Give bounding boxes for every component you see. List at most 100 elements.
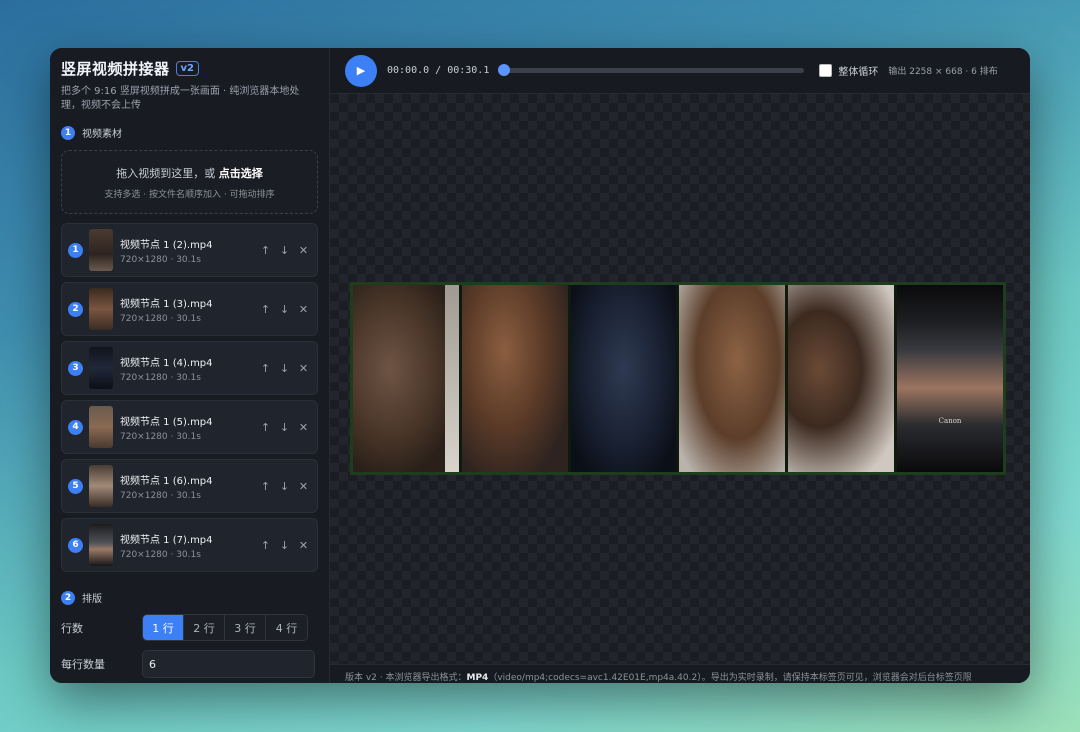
file-actions: ↑ ↓ ✕ bbox=[258, 420, 311, 435]
file-item[interactable]: 5 视频节点 1 (6).mp4 720×1280 · 30.1s ↑ ↓ ✕ bbox=[61, 459, 318, 513]
section-layout: 2 排版 bbox=[61, 590, 318, 605]
export-format: MP4 bbox=[466, 673, 489, 683]
seek-handle[interactable] bbox=[498, 64, 511, 76]
seek-slider[interactable] bbox=[498, 64, 805, 76]
output-info: 输出 2258 × 668 · 6 排布 bbox=[888, 67, 998, 77]
camera-brand-text: Canon bbox=[938, 417, 962, 425]
file-name: 视频节点 1 (5).mp4 bbox=[120, 416, 213, 428]
rows-option-4[interactable]: 4 行 bbox=[266, 615, 307, 640]
file-meta: 视频节点 1 (6).mp4 720×1280 · 30.1s bbox=[120, 472, 258, 501]
title-row: 竖屏视频拼接器 v2 bbox=[61, 58, 318, 79]
video-thumbnail bbox=[89, 406, 113, 448]
section-label-layout: 排版 bbox=[82, 594, 102, 605]
file-item[interactable]: 2 视频节点 1 (3).mp4 720×1280 · 30.1s ↑ ↓ ✕ bbox=[61, 282, 318, 336]
video-frame bbox=[679, 285, 786, 472]
move-down-icon[interactable]: ↓ bbox=[277, 479, 292, 494]
time-display: 00:00.0 / 00:30.1 bbox=[387, 65, 490, 76]
file-item[interactable]: 3 视频节点 1 (4).mp4 720×1280 · 30.1s ↑ ↓ ✕ bbox=[61, 341, 318, 395]
file-name: 视频节点 1 (6).mp4 bbox=[120, 475, 213, 487]
file-index-badge: 4 bbox=[68, 419, 83, 435]
file-actions: ↑ ↓ ✕ bbox=[258, 479, 311, 494]
remove-icon[interactable]: ✕ bbox=[296, 243, 311, 258]
move-up-icon[interactable]: ↑ bbox=[258, 243, 273, 258]
move-down-icon[interactable]: ↓ bbox=[277, 420, 292, 435]
file-actions: ↑ ↓ ✕ bbox=[258, 302, 311, 317]
per-row-input[interactable]: 6 bbox=[142, 650, 315, 678]
player-toolbar: ▶ 00:00.0 / 00:30.1 整体循环 输出 2258 × 668 ·… bbox=[330, 48, 1030, 94]
video-dropzone[interactable]: 拖入视频到这里，或 点击选择 支持多选 · 按文件名顺序加入 · 可拖动排序 bbox=[61, 150, 318, 214]
video-thumbnail bbox=[89, 465, 113, 507]
section-sources: 1 视频素材 bbox=[61, 125, 318, 140]
file-name: 视频节点 1 (2).mp4 bbox=[120, 239, 213, 251]
move-up-icon[interactable]: ↑ bbox=[258, 479, 273, 494]
loop-toggle[interactable]: 整体循环 bbox=[819, 63, 878, 78]
video-thumbnail bbox=[89, 288, 113, 330]
file-name: 视频节点 1 (3).mp4 bbox=[120, 298, 213, 310]
rows-option-2[interactable]: 2 行 bbox=[184, 615, 225, 640]
video-thumbnail bbox=[89, 347, 113, 389]
remove-icon[interactable]: ✕ bbox=[296, 361, 311, 376]
file-name: 视频节点 1 (7).mp4 bbox=[120, 534, 213, 546]
preview-stage: Canon bbox=[330, 94, 1030, 664]
remove-icon[interactable]: ✕ bbox=[296, 302, 311, 317]
file-meta: 视频节点 1 (7).mp4 720×1280 · 30.1s bbox=[120, 531, 258, 560]
footer-status: 版本 v2 · 本浏览器导出格式：MP4（video/mp4;codecs=av… bbox=[330, 664, 1030, 683]
video-frame bbox=[353, 285, 459, 472]
remove-icon[interactable]: ✕ bbox=[296, 420, 311, 435]
rows-selector: 1 行 2 行 3 行 4 行 bbox=[142, 614, 308, 641]
play-button[interactable]: ▶ bbox=[345, 54, 377, 87]
remove-icon[interactable]: ✕ bbox=[296, 479, 311, 494]
file-item[interactable]: 1 视频节点 1 (2).mp4 720×1280 · 30.1s ↑ ↓ ✕ bbox=[61, 223, 318, 277]
play-icon: ▶ bbox=[356, 64, 366, 77]
app-window: 竖屏视频拼接器 v2 把多个 9:16 竖屏视频拼成一张画面 · 纯浏览器本地处… bbox=[50, 48, 1030, 683]
move-down-icon[interactable]: ↓ bbox=[277, 361, 292, 376]
rows-option-3[interactable]: 3 行 bbox=[225, 615, 266, 640]
file-index-badge: 1 bbox=[68, 242, 83, 258]
file-info: 720×1280 · 30.1s bbox=[120, 372, 201, 383]
dropzone-prompt-text: 拖入视频到这里，或 bbox=[116, 166, 216, 180]
file-item[interactable]: 4 视频节点 1 (5).mp4 720×1280 · 30.1s ↑ ↓ ✕ bbox=[61, 400, 318, 454]
video-thumbnail bbox=[89, 524, 113, 566]
composite-preview: Canon bbox=[350, 282, 1006, 475]
file-actions: ↑ ↓ ✕ bbox=[258, 243, 311, 258]
version-badge: v2 bbox=[175, 61, 199, 76]
file-name: 视频节点 1 (4).mp4 bbox=[120, 357, 213, 369]
main-panel: ▶ 00:00.0 / 00:30.1 整体循环 输出 2258 × 668 ·… bbox=[330, 48, 1030, 683]
dropzone-prompt: 拖入视频到这里，或 点击选择 bbox=[116, 165, 263, 181]
step-badge-1: 1 bbox=[61, 125, 75, 140]
rows-option-1[interactable]: 1 行 bbox=[143, 615, 184, 640]
move-up-icon[interactable]: ↑ bbox=[258, 302, 273, 317]
dropzone-hint: 支持多选 · 按文件名顺序加入 · 可拖动排序 bbox=[104, 189, 275, 200]
move-down-icon[interactable]: ↓ bbox=[277, 302, 292, 317]
loop-checkbox[interactable] bbox=[819, 64, 833, 77]
remove-icon[interactable]: ✕ bbox=[296, 538, 311, 553]
video-thumbnail bbox=[89, 229, 113, 271]
video-frame bbox=[788, 285, 895, 472]
file-info: 720×1280 · 30.1s bbox=[120, 431, 201, 442]
video-frame bbox=[461, 285, 568, 472]
video-frame bbox=[570, 285, 677, 472]
move-up-icon[interactable]: ↑ bbox=[258, 361, 273, 376]
app-subtitle: 把多个 9:16 竖屏视频拼成一张画面 · 纯浏览器本地处理，视频不会上传 bbox=[61, 86, 300, 111]
file-index-badge: 5 bbox=[68, 478, 83, 494]
file-meta: 视频节点 1 (2).mp4 720×1280 · 30.1s bbox=[120, 236, 258, 265]
move-down-icon[interactable]: ↓ bbox=[277, 243, 292, 258]
file-actions: ↑ ↓ ✕ bbox=[258, 538, 311, 553]
move-up-icon[interactable]: ↑ bbox=[258, 420, 273, 435]
file-actions: ↑ ↓ ✕ bbox=[258, 361, 311, 376]
rows-row: 行数 1 行 2 行 3 行 4 行 bbox=[61, 614, 318, 641]
footer-suffix: （video/mp4;codecs=avc1.42E01E,mp4a.40.2）… bbox=[488, 673, 972, 683]
select-files-link[interactable]: 点击选择 bbox=[219, 167, 263, 180]
loop-label: 整体循环 bbox=[838, 67, 879, 78]
per-row-row: 每行数量 6 bbox=[61, 650, 318, 678]
file-info: 720×1280 · 30.1s bbox=[120, 490, 201, 501]
file-info: 720×1280 · 30.1s bbox=[120, 254, 201, 265]
move-up-icon[interactable]: ↑ bbox=[258, 538, 273, 553]
file-index-badge: 2 bbox=[68, 301, 83, 317]
video-frame: Canon bbox=[897, 285, 1003, 472]
file-item[interactable]: 6 视频节点 1 (7).mp4 720×1280 · 30.1s ↑ ↓ ✕ bbox=[61, 518, 318, 572]
file-meta: 视频节点 1 (5).mp4 720×1280 · 30.1s bbox=[120, 413, 258, 442]
section-label-sources: 视频素材 bbox=[82, 129, 122, 140]
move-down-icon[interactable]: ↓ bbox=[277, 538, 292, 553]
file-index-badge: 6 bbox=[68, 537, 83, 553]
